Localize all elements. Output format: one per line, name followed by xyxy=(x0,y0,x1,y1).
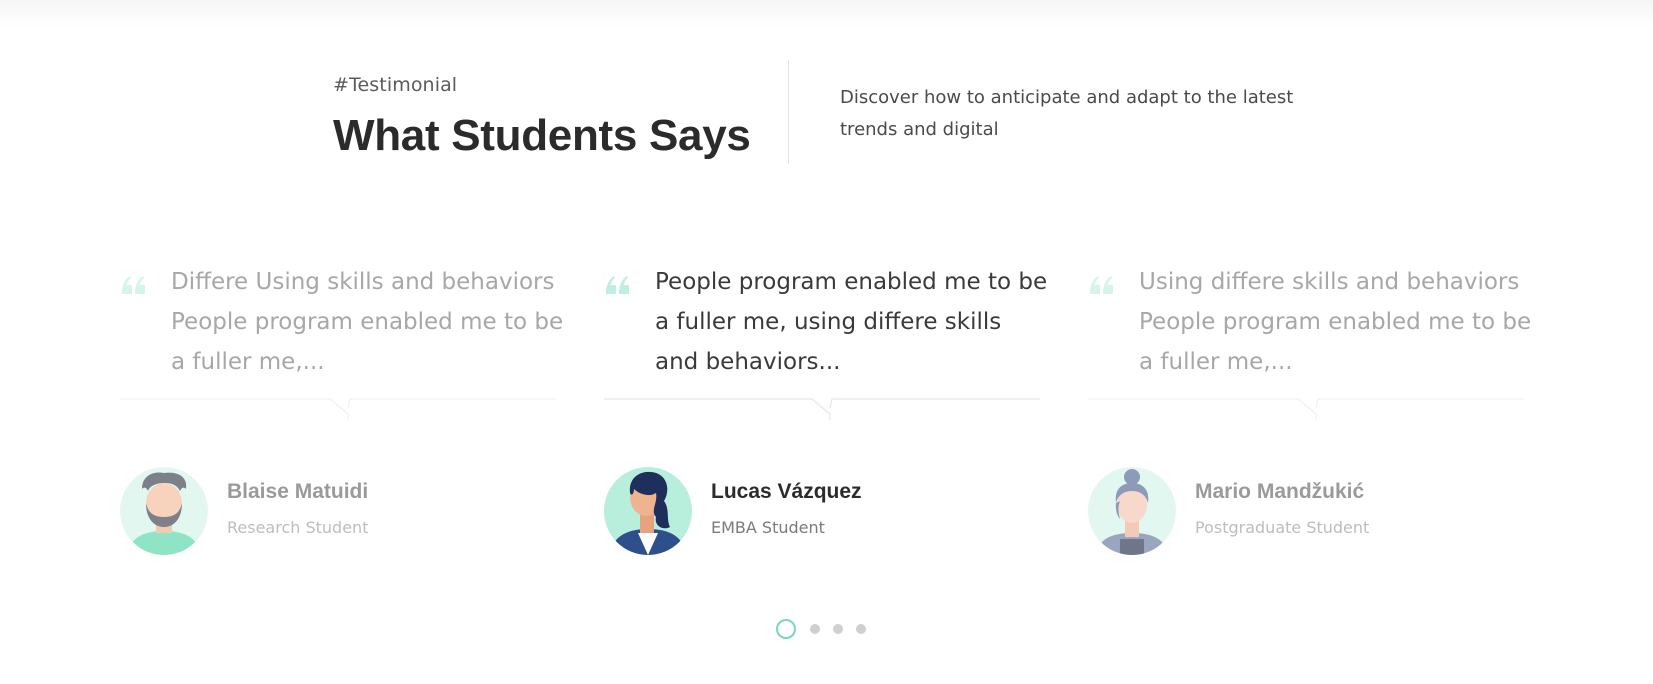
student-name: Lucas Vázquez xyxy=(711,480,862,503)
avatar xyxy=(1088,467,1176,555)
student-name: Mario Mandžukić xyxy=(1195,480,1365,503)
pagination-dot-active[interactable] xyxy=(776,619,796,639)
student-role: Research Student xyxy=(227,518,369,537)
top-shade xyxy=(0,0,1653,28)
card-divider xyxy=(1088,398,1524,420)
pagination-dot[interactable] xyxy=(856,624,866,634)
testimonial-header: #Testimonial What Students Says Discover… xyxy=(333,58,1333,166)
testimonial-card-active[interactable]: People program enabled me to be a fuller… xyxy=(604,258,1047,558)
card-divider xyxy=(604,398,1040,420)
testimonial-card[interactable]: Using differe skills and behaviors Peopl… xyxy=(1088,258,1531,558)
student-name: Blaise Matuidi xyxy=(227,480,369,503)
pagination-dot[interactable] xyxy=(810,624,820,634)
testimonial-card[interactable]: Differe Using skills and behaviors Peopl… xyxy=(120,258,563,558)
section-tag: #Testimonial xyxy=(333,74,458,96)
avatar xyxy=(604,467,692,555)
card-divider xyxy=(120,398,556,420)
header-divider xyxy=(788,60,789,164)
quote-icon xyxy=(1090,276,1113,294)
quote-icon xyxy=(122,276,145,294)
section-description: Discover how to anticipate and adapt to … xyxy=(840,87,1294,140)
carousel-pagination xyxy=(776,618,896,640)
student-role: EMBA Student xyxy=(711,518,825,537)
testimonial-quote: Differe Using skills and behaviors Peopl… xyxy=(171,269,564,375)
student-role: Postgraduate Student xyxy=(1195,518,1370,537)
testimonial-quote: Using differe skills and behaviors Peopl… xyxy=(1139,269,1532,375)
avatar-illustration xyxy=(120,467,208,555)
avatar-illustration xyxy=(1088,467,1176,555)
section-title: What Students Says xyxy=(333,111,751,160)
testimonial-quote: People program enabled me to be a fuller… xyxy=(655,269,1048,375)
quote-icon xyxy=(606,276,629,294)
pagination-dot[interactable] xyxy=(833,624,843,634)
avatar xyxy=(120,467,208,555)
avatar-illustration xyxy=(604,467,692,555)
